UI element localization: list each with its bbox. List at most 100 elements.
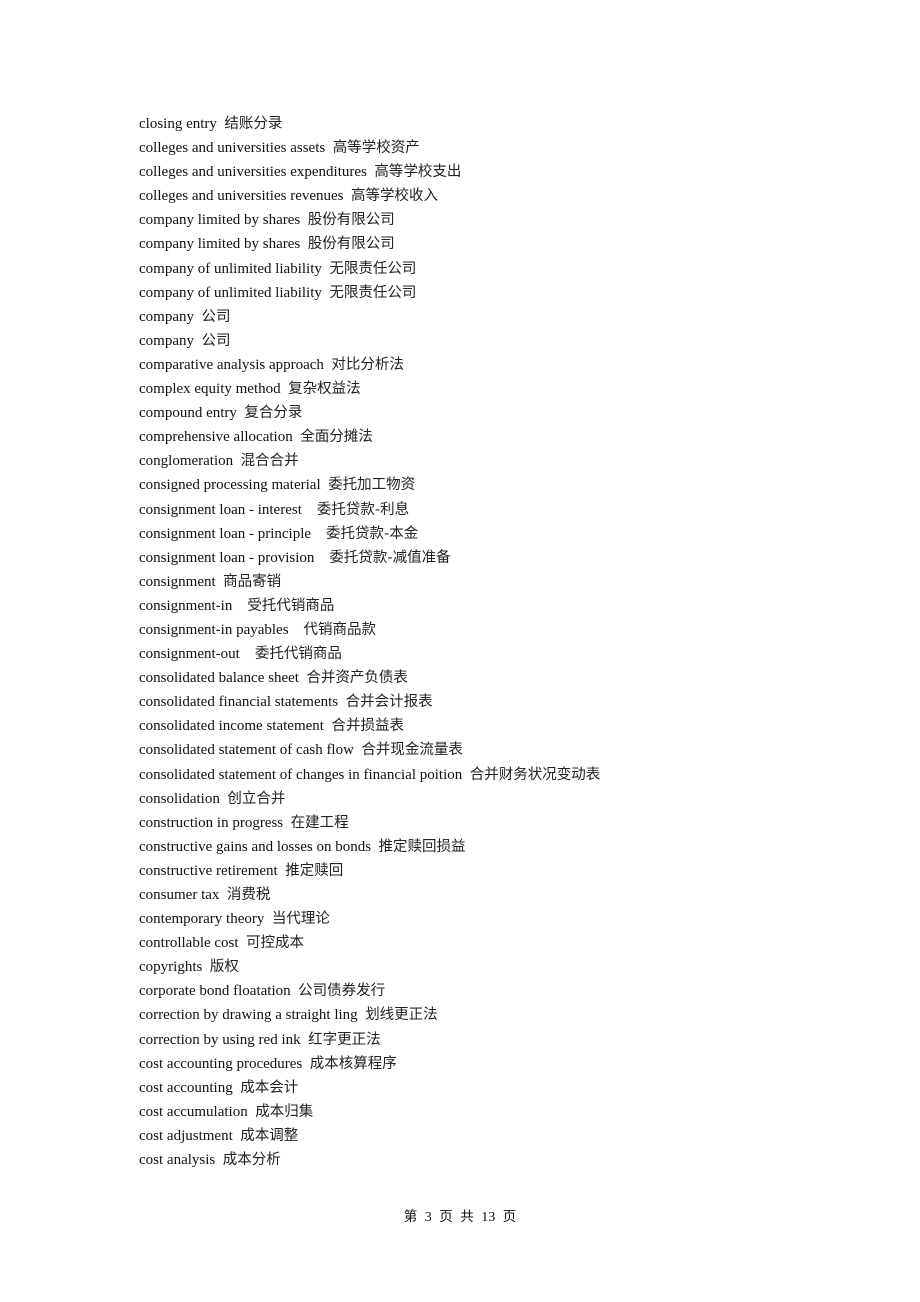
entry-term: cost adjustment (139, 1127, 233, 1144)
entry-separator (325, 140, 333, 156)
entry-translation: 复杂权益法 (288, 381, 361, 398)
entry-translation: 成本调整 (240, 1127, 299, 1144)
glossary-entry: colleges and universities expenditures 高… (139, 161, 600, 185)
glossary-entry: consolidated statement of changes in fin… (139, 764, 600, 788)
entry-term: consignment-in (139, 597, 233, 614)
glossary-entry: consolidated balance sheet 合并资产负债表 (139, 667, 600, 691)
entry-term: consumer tax (139, 887, 220, 903)
entry-separator (215, 1152, 223, 1168)
entry-term: correction by using red ink (139, 1031, 301, 1048)
glossary-entry: compound entry 复合分录 (139, 402, 600, 426)
entry-term: cost accounting procedures (139, 1055, 303, 1072)
entry-translation: 合并会计报表 (345, 694, 433, 711)
entry-term: compound entry (139, 405, 237, 422)
entry-term: consolidation (139, 790, 220, 807)
glossary-entry: consignment 商品寄销 (139, 571, 600, 595)
entry-translation: 推定赎回损益 (378, 838, 466, 855)
entry-translation: 成本核算程序 (309, 1055, 397, 1072)
glossary-entry: controllable cost 可控成本 (139, 932, 600, 956)
glossary-entry: correction by using red ink 红字更正法 (139, 1029, 600, 1053)
entry-separator (283, 815, 291, 831)
glossary-entry: construction in progress 在建工程 (139, 812, 600, 836)
glossary-entry: constructive retirement 推定赎回 (139, 860, 600, 884)
glossary-entry: company 公司 (139, 306, 600, 330)
glossary-entry: consolidated income statement 合并损益表 (139, 715, 600, 739)
entry-term: comprehensive allocation (139, 429, 293, 446)
entry-separator (302, 502, 317, 518)
entry-separator (321, 477, 329, 493)
entry-translation: 复合分录 (244, 405, 303, 422)
glossary-entry: consumer tax 消费税 (139, 884, 600, 908)
glossary-entry: cost accounting 成本会计 (139, 1077, 600, 1101)
entry-term: cost accounting (139, 1079, 233, 1096)
entry-separator (301, 1032, 309, 1048)
glossary-entry: consignment-in payables 代销商品款 (139, 619, 600, 643)
entry-translation: 无限责任公司 (329, 260, 417, 277)
entry-translation: 当代理论 (271, 911, 330, 928)
entry-separator (314, 550, 329, 566)
entry-translation: 结账分录 (224, 116, 283, 132)
glossary-entry: complex equity method 复杂权益法 (139, 378, 600, 402)
entry-translation: 成本会计 (240, 1079, 299, 1096)
glossary-entry: consolidated statement of cash flow 合并现金… (139, 739, 600, 763)
entry-term: colleges and universities revenues (139, 188, 344, 205)
glossary-entry: cost analysis 成本分析 (139, 1149, 600, 1173)
entry-translation: 高等学校资产 (332, 140, 420, 157)
entry-translation: 代销商品款 (303, 621, 377, 638)
entry-translation: 商品寄销 (223, 573, 282, 590)
glossary-entry: constructive gains and losses on bonds 推… (139, 836, 600, 860)
total-pages-number: 13 (481, 1210, 496, 1225)
entry-separator (311, 526, 326, 542)
glossary-entry: company limited by shares 股份有限公司 (139, 233, 600, 257)
entry-term: company (139, 332, 194, 349)
entry-translation: 可控成本 (246, 935, 305, 952)
entry-separator (371, 839, 379, 855)
glossary-entry: correction by drawing a straight ling 划线… (139, 1004, 600, 1028)
glossary-entry: company 公司 (139, 330, 600, 354)
entry-translation: 受托代销商品 (247, 597, 335, 614)
entry-term: construction in progress (139, 814, 284, 831)
entry-term: cost accumulation (139, 1103, 248, 1120)
entry-separator (289, 622, 304, 638)
entry-translation: 消费税 (226, 887, 271, 903)
entry-separator (233, 453, 241, 469)
entry-translation: 合并损益表 (331, 718, 404, 735)
entry-translation: 股份有限公司 (307, 236, 395, 253)
glossary-entry: consignment loan - provision 委托贷款-减值准备 (139, 547, 600, 571)
entry-translation: 推定赎回 (285, 862, 344, 879)
glossary-entry: contemporary theory 当代理论 (139, 908, 600, 932)
entry-term: consolidated statement of cash flow (139, 742, 354, 759)
footer-page-word: 页 (439, 1209, 453, 1225)
entry-separator (462, 767, 470, 783)
glossary-entry: corporate bond floatation 公司债券发行 (139, 980, 600, 1004)
entry-translation: 成本归集 (255, 1103, 314, 1120)
entry-term: consignment loan - interest (139, 501, 302, 518)
entry-separator (302, 1056, 310, 1072)
page-footer: 第 3 页 共 13 页 (0, 1205, 920, 1226)
glossary-entry: conglomeration 混合合并 (139, 450, 600, 474)
entry-separator (338, 694, 346, 710)
entry-separator (300, 236, 308, 252)
entry-translation: 股份有限公司 (307, 212, 395, 229)
entry-term: consignment loan - provision (139, 549, 315, 566)
entry-separator (239, 935, 247, 951)
entry-translation: 创立合并 (227, 790, 286, 807)
entry-term: company of unlimited liability (139, 284, 322, 301)
entry-translation: 公司 (201, 332, 231, 349)
entry-translation: 划线更正法 (365, 1007, 438, 1024)
footer-total-prefix: 共 (460, 1209, 474, 1225)
entry-term: consolidated income statement (139, 718, 324, 735)
entry-term: company of unlimited liability (139, 260, 322, 277)
glossary-entry: consigned processing material 委托加工物资 (139, 474, 600, 498)
glossary-entry: comparative analysis approach 对比分析法 (139, 354, 600, 378)
entry-translation: 委托代销商品 (254, 646, 342, 663)
glossary-entry: cost adjustment 成本调整 (139, 1125, 600, 1149)
entry-translation: 公司债券发行 (298, 983, 386, 1000)
glossary-entry: consignment-out 委托代销商品 (139, 643, 600, 667)
glossary-entry: colleges and universities assets 高等学校资产 (139, 137, 600, 161)
glossary-entry: consignment loan - principle 委托贷款-本金 (139, 523, 600, 547)
current-page-number: 3 (424, 1210, 432, 1225)
entry-term: consignment (139, 573, 216, 590)
glossary-entry: cost accounting procedures 成本核算程序 (139, 1053, 600, 1077)
entry-term: consignment-in payables (139, 621, 289, 638)
